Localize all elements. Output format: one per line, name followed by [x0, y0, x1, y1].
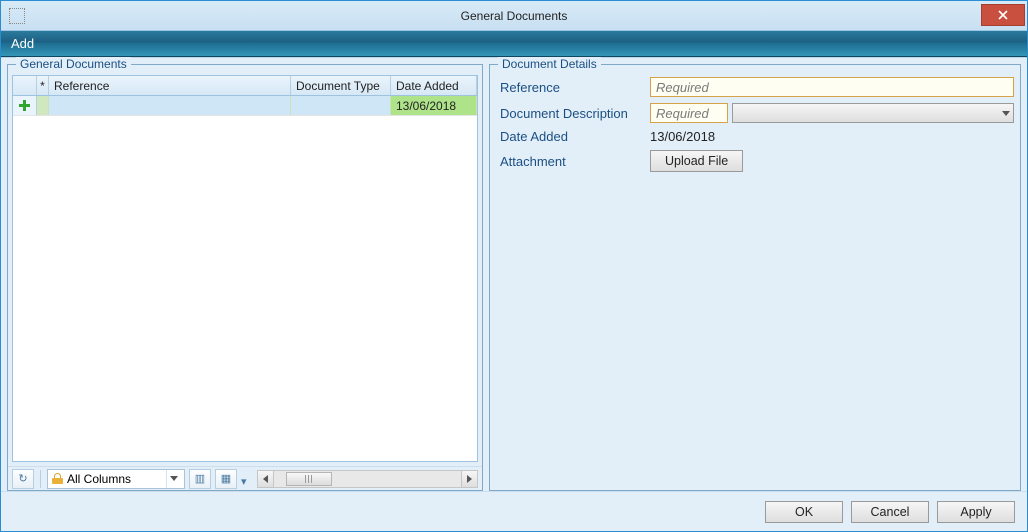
system-menu-icon[interactable]: [9, 8, 25, 24]
grid-col-star[interactable]: *: [37, 76, 49, 95]
columns-icon: ▥: [195, 472, 205, 485]
row-add-handle[interactable]: [13, 96, 37, 115]
chevron-down-icon: [166, 470, 180, 488]
table-row[interactable]: 13/06/2018: [13, 96, 477, 116]
scroll-left-arrow[interactable]: [258, 471, 274, 487]
apply-button[interactable]: Apply: [937, 501, 1015, 523]
cancel-button[interactable]: Cancel: [851, 501, 929, 523]
grid-body: 13/06/2018: [13, 96, 477, 461]
grid-col-reference[interactable]: Reference: [49, 76, 291, 95]
menubar: Add: [1, 31, 1027, 57]
grid-horizontal-scrollbar[interactable]: [257, 470, 478, 488]
document-details-legend: Document Details: [498, 57, 601, 71]
grid-col-handle: [13, 76, 37, 95]
scroll-track[interactable]: [274, 471, 461, 487]
footer-dropdown-icon[interactable]: ▾: [241, 475, 247, 490]
label-reference: Reference: [500, 80, 650, 95]
label-date-added: Date Added: [500, 129, 650, 144]
close-icon: [998, 10, 1008, 20]
attachment-row: Upload File: [650, 150, 1014, 172]
scroll-thumb[interactable]: [286, 472, 332, 486]
reference-input[interactable]: Required: [650, 77, 1014, 97]
columns-alt-icon: ▦: [221, 472, 231, 485]
arrow-left-icon: [263, 475, 268, 483]
grid-header: * Reference Document Type Date Added: [13, 76, 477, 96]
date-added-value: 13/06/2018: [650, 129, 1014, 144]
content-area: General Documents * Reference Document T…: [1, 57, 1027, 531]
label-attachment: Attachment: [500, 154, 650, 169]
description-row: Required: [650, 103, 1014, 123]
lock-icon: [52, 473, 63, 484]
menu-add[interactable]: Add: [11, 36, 34, 51]
label-description: Document Description: [500, 106, 650, 121]
row-doctype[interactable]: [291, 96, 391, 115]
plus-icon: [18, 99, 31, 112]
columns-filter-label: All Columns: [67, 472, 131, 486]
general-documents-legend: General Documents: [16, 57, 131, 71]
arrow-right-icon: [467, 475, 472, 483]
description-input[interactable]: Required: [650, 103, 728, 123]
columns-filter-combo[interactable]: All Columns: [47, 469, 185, 489]
row-star: [37, 96, 49, 115]
grid-footer: ↻ All Columns ▥ ▦ ▾: [8, 466, 482, 490]
grid-col-doctype[interactable]: Document Type: [291, 76, 391, 95]
row-dateadded[interactable]: 13/06/2018: [391, 96, 477, 115]
chevron-down-icon: [1002, 111, 1010, 116]
description-type-combo[interactable]: [732, 103, 1014, 123]
document-details-group: Document Details Reference Required Docu…: [489, 64, 1021, 491]
dialog-button-bar: OK Cancel Apply: [1, 491, 1027, 531]
upload-file-button[interactable]: Upload File: [650, 150, 743, 172]
grid-col-dateadded[interactable]: Date Added: [391, 76, 477, 95]
general-documents-group: General Documents * Reference Document T…: [7, 64, 483, 491]
window-title: General Documents: [461, 9, 568, 23]
details-form: Reference Required Document Description …: [500, 77, 1014, 172]
row-reference[interactable]: [49, 96, 291, 115]
reference-field-wrap: Required: [650, 77, 1014, 97]
footer-refresh-button[interactable]: ↻: [12, 469, 34, 489]
close-button[interactable]: [981, 4, 1025, 26]
ok-button[interactable]: OK: [765, 501, 843, 523]
footer-columns-button-2[interactable]: ▦: [215, 469, 237, 489]
footer-columns-button-1[interactable]: ▥: [189, 469, 211, 489]
titlebar: General Documents: [1, 1, 1027, 31]
scroll-right-arrow[interactable]: [461, 471, 477, 487]
footer-sep: [40, 470, 41, 488]
general-documents-window: General Documents Add General Documents …: [0, 0, 1028, 532]
panels: General Documents * Reference Document T…: [1, 58, 1027, 491]
refresh-icon: ↻: [18, 472, 27, 485]
documents-grid: * Reference Document Type Date Added: [12, 75, 478, 462]
